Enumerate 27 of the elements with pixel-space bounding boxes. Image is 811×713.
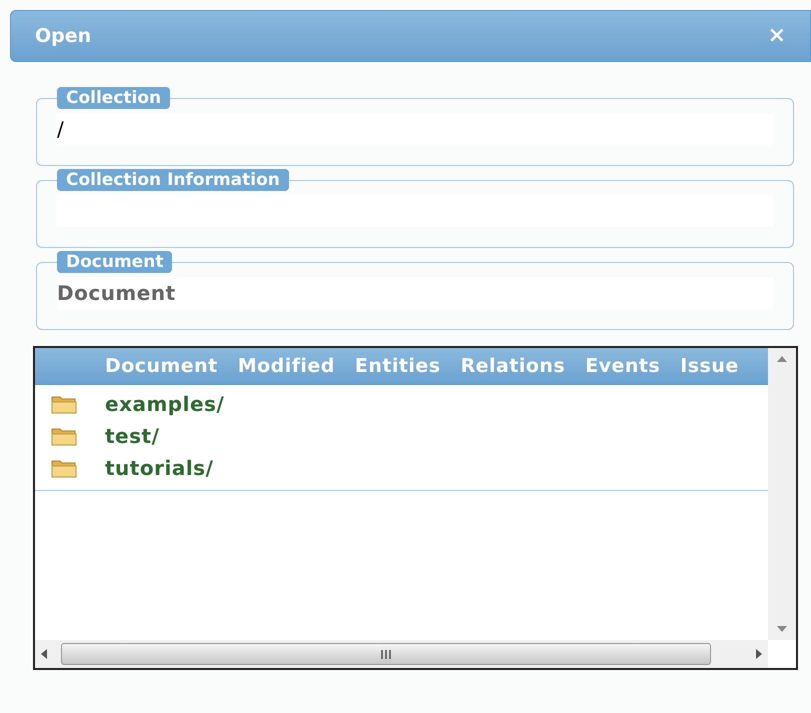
column-header[interactable]: Events	[585, 352, 660, 380]
grip-icon	[381, 650, 391, 658]
folder-name[interactable]: test/	[105, 421, 160, 451]
scrollbar-thumb[interactable]	[61, 643, 711, 665]
folder-icon	[51, 458, 77, 478]
column-header[interactable]: Document	[105, 352, 218, 380]
scroll-down-icon[interactable]	[777, 626, 787, 632]
horizontal-scrollbar[interactable]	[35, 640, 768, 668]
input-field[interactable]: Document	[57, 277, 773, 309]
folder-name[interactable]: tutorials/	[105, 453, 214, 483]
column-header[interactable]: Relations	[460, 352, 566, 380]
scroll-left-icon[interactable]	[41, 649, 47, 659]
column-header[interactable]: Modified	[238, 352, 335, 380]
input-field[interactable]: /	[57, 113, 773, 145]
folder-icon	[51, 394, 77, 414]
folder-name[interactable]: examples/	[105, 389, 224, 419]
field-legend: Document	[57, 251, 172, 273]
vertical-scrollbar[interactable]	[768, 348, 796, 640]
field-legend: Collection	[57, 87, 170, 109]
window-title: Open	[35, 24, 92, 49]
field-legend: Collection Information	[57, 169, 289, 191]
scroll-right-icon[interactable]	[756, 649, 762, 659]
column-header[interactable]: Issue	[680, 352, 739, 380]
scroll-up-icon[interactable]	[777, 356, 787, 362]
close-button[interactable]: ×	[768, 25, 786, 47]
folder-icon	[51, 426, 77, 446]
column-header[interactable]: Entities	[354, 352, 441, 380]
